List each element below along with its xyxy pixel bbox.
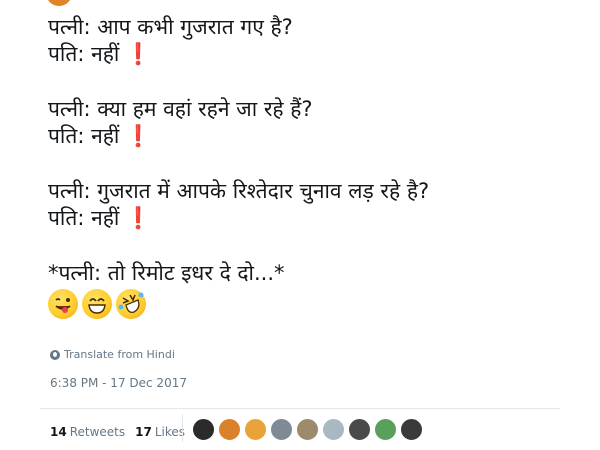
grinning-emoji-icon — [82, 289, 112, 319]
liker-avatar-1[interactable] — [192, 418, 215, 441]
winking-tongue-emoji-icon — [48, 289, 78, 319]
likes-count: 17 — [135, 425, 152, 439]
punchline: *पत्नी: तो रिमोट इधर दे दो...* — [48, 261, 285, 285]
tweet-stats: 14 Retweets 17 Likes — [50, 425, 185, 439]
exchange-3: पत्नी: गुजरात में आपके रिश्तेदार चुनाव ल… — [48, 178, 588, 232]
liker-avatars — [192, 418, 423, 441]
exchange-2: पत्नी: क्या हम वहां रहने जा रहे हैं? पति… — [48, 96, 588, 150]
liker-avatar-8[interactable] — [374, 418, 397, 441]
likes-stat[interactable]: 17 Likes — [135, 425, 185, 439]
wife-question-2: पत्नी: क्या हम वहां रहने जा रहे हैं? — [48, 97, 313, 121]
rolling-laughing-emoji-icon — [116, 289, 146, 319]
wife-question-1: पत्नी: आप कभी गुजरात गए है? — [48, 15, 293, 39]
stats-separator — [182, 414, 183, 442]
liker-avatar-6[interactable] — [322, 418, 345, 441]
tweet-timestamp[interactable]: 6:38 PM - 17 Dec 2017 — [50, 376, 187, 390]
exclamation-icon: ❗ — [125, 206, 152, 230]
exclamation-icon: ❗ — [125, 42, 152, 66]
translate-label: Translate from Hindi — [64, 348, 175, 361]
husband-answer-text: पति: नहीं — [48, 42, 120, 66]
retweets-label: Retweets — [69, 425, 126, 439]
retweets-stat[interactable]: 14 Retweets — [50, 425, 125, 439]
liker-avatar-3[interactable] — [244, 418, 267, 441]
exchange-1: पत्नी: आप कभी गुजरात गए है? पति: नहीं ❗ — [48, 14, 588, 68]
husband-answer-3: पति: नहीं ❗ — [48, 205, 588, 232]
retweets-count: 14 — [50, 425, 67, 439]
globe-icon — [50, 349, 60, 360]
divider — [40, 408, 560, 409]
liker-avatar-7[interactable] — [348, 418, 371, 441]
exclamation-icon: ❗ — [125, 124, 152, 148]
author-avatar[interactable] — [46, 0, 72, 6]
liker-avatar-9[interactable] — [400, 418, 423, 441]
tweet-text: पत्नी: आप कभी गुजरात गए है? पति: नहीं ❗ प… — [48, 14, 588, 319]
husband-answer-2: पति: नहीं ❗ — [48, 123, 588, 150]
wife-question-3: पत्नी: गुजरात में आपके रिश्तेदार चुनाव ल… — [48, 179, 430, 203]
likes-label: Likes — [154, 425, 186, 439]
emoji-row — [48, 289, 588, 319]
liker-avatar-2[interactable] — [218, 418, 241, 441]
husband-answer-1: पति: नहीं ❗ — [48, 41, 588, 68]
husband-answer-text: पति: नहीं — [48, 206, 120, 230]
liker-avatar-5[interactable] — [296, 418, 319, 441]
liker-avatar-4[interactable] — [270, 418, 293, 441]
translate-link[interactable]: Translate from Hindi — [50, 348, 175, 361]
husband-answer-text: पति: नहीं — [48, 124, 120, 148]
